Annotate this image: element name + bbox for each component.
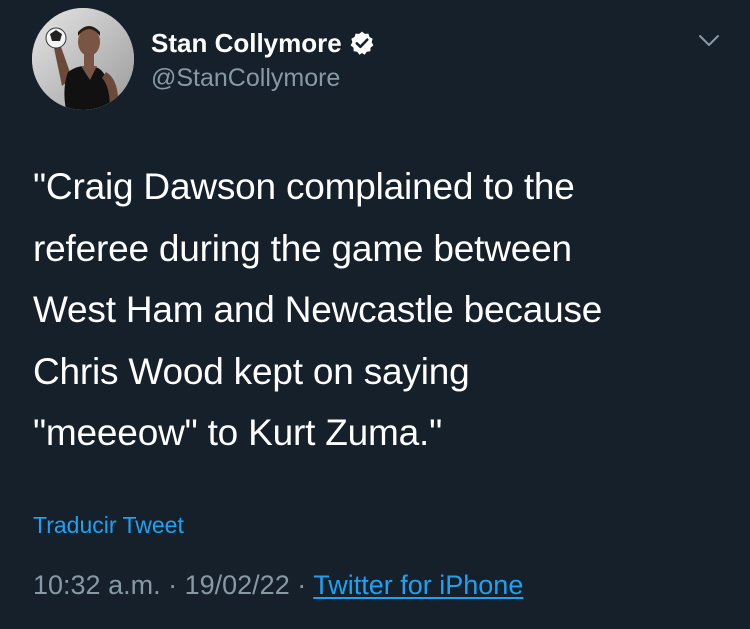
author-name-row[interactable]: Stan Collymore [151,28,375,58]
author-handle[interactable]: @StanCollymore [151,64,340,93]
tweet-meta: 10:32 a.m. · 19/02/22 · Twitter for iPho… [33,570,523,601]
tweet-text-line: referee during the game between [33,227,572,269]
tweet-text-line: Chris Wood kept on saying [33,350,470,392]
chevron-down-icon[interactable] [697,30,721,52]
tweet-text: "Craig Dawson complained to the referee … [33,156,733,464]
meta-separator: · [297,570,307,600]
verified-badge-icon [349,30,375,56]
tweet-text-line: "Craig Dawson complained to the [33,166,575,207]
tweet-source-link[interactable]: Twitter for iPhone [313,570,523,600]
author-display-name[interactable]: Stan Collymore [151,28,342,59]
translate-tweet-link[interactable]: Traducir Tweet [33,512,184,539]
profile-photo [32,8,134,110]
meta-separator: · [168,570,178,600]
tweet-time[interactable]: 10:32 a.m. [33,570,161,600]
tweet-text-line: "meeeow" to Kurt Zuma." [33,412,443,453]
tweet-date[interactable]: 19/02/22 [185,570,290,600]
tweet-text-line: West Ham and Newcastle because [33,289,603,330]
avatar[interactable] [32,8,134,110]
